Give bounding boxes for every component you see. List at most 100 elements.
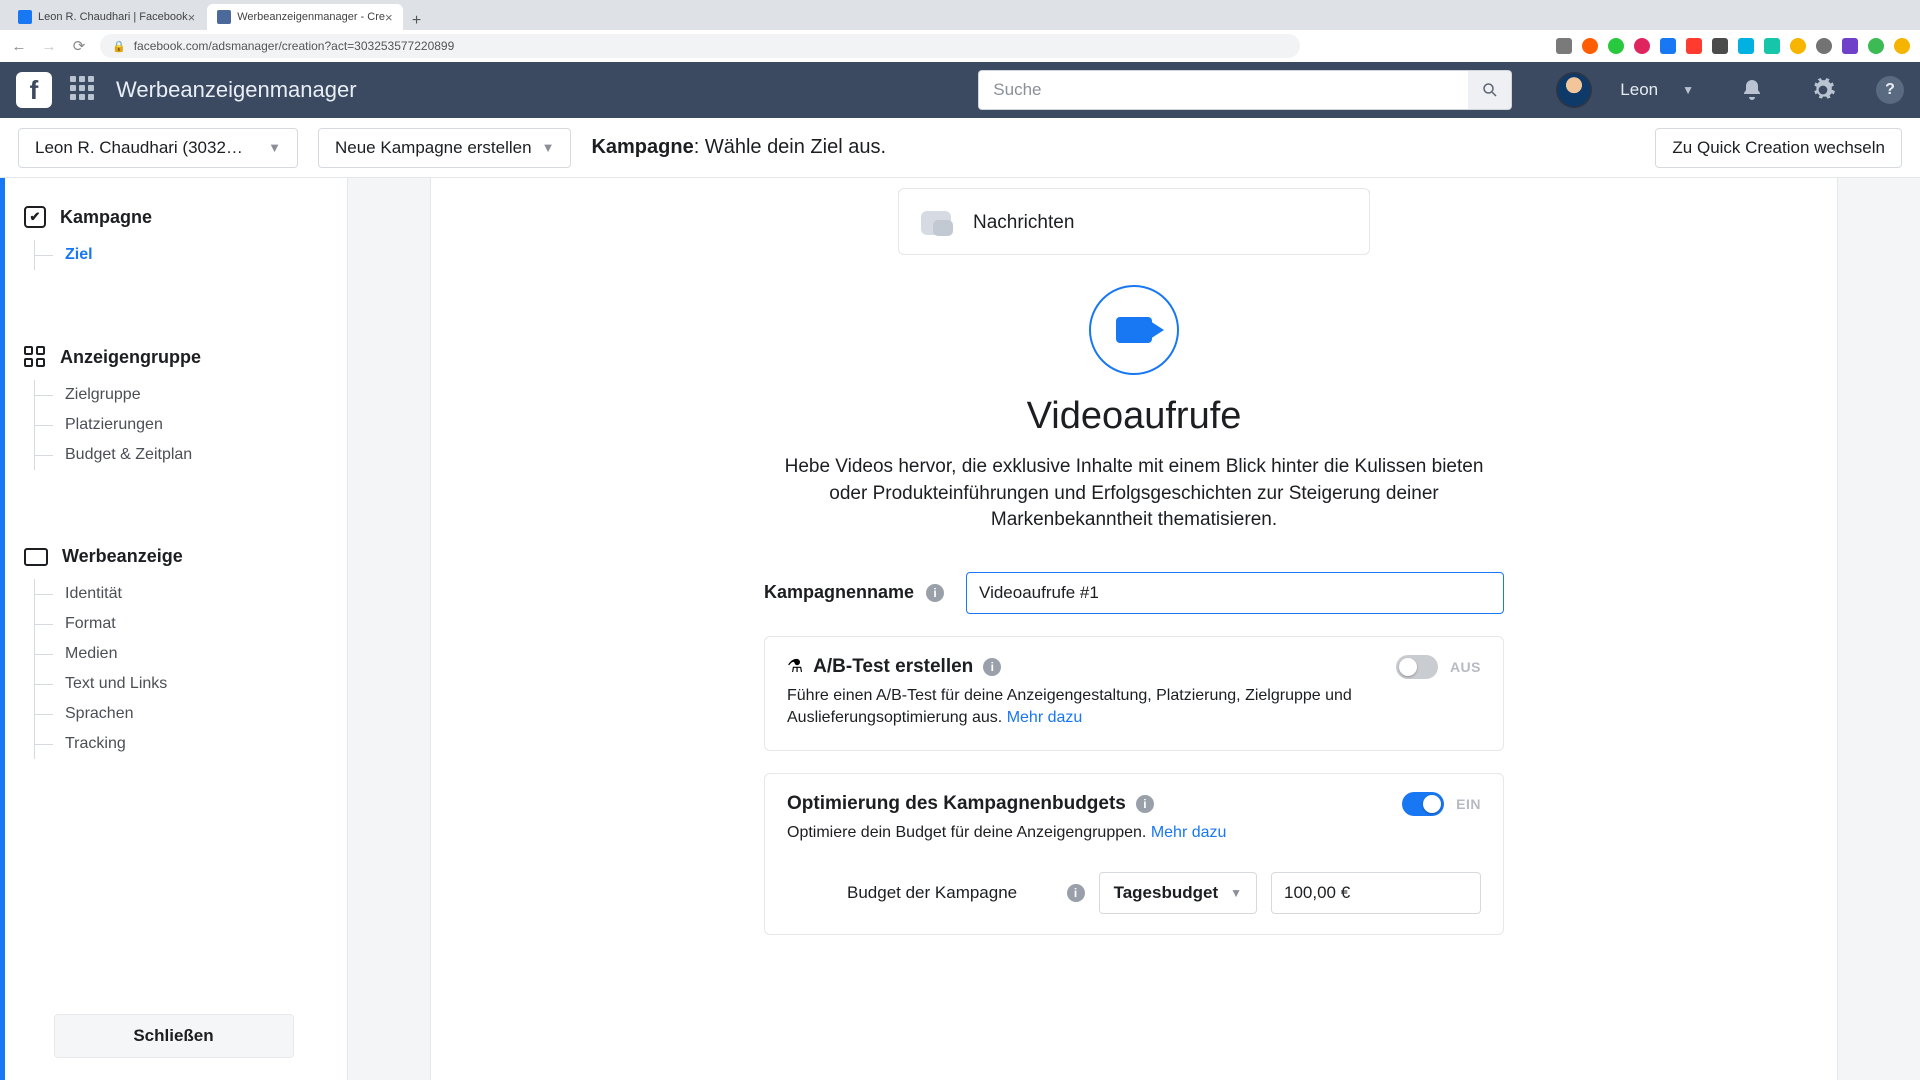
nav-head-adset[interactable]: Anzeigengruppe: [24, 346, 327, 368]
close-icon[interactable]: ×: [188, 10, 196, 25]
facebook-logo[interactable]: f: [16, 72, 52, 108]
search-button[interactable]: [1468, 70, 1512, 110]
ext-icon[interactable]: [1816, 38, 1832, 54]
tab-title: Leon R. Chaudhari | Facebook: [38, 11, 188, 23]
toggle-state-label: AUS: [1450, 659, 1481, 675]
sidebar-item-budget-zeitplan[interactable]: Budget & Zeitplan: [35, 440, 327, 470]
chevron-down-icon: ▼: [1230, 886, 1242, 900]
sidebar-item-sprachen[interactable]: Sprachen: [35, 699, 327, 729]
browser-tab-active[interactable]: Werbeanzeigenmanager - Cre ×: [207, 4, 402, 30]
url-field[interactable]: 🔒 facebook.com/adsmanager/creation?act=3…: [100, 34, 1300, 58]
budget-amount-input[interactable]: [1271, 872, 1481, 914]
search-input[interactable]: [978, 70, 1468, 110]
ext-icon[interactable]: [1842, 38, 1858, 54]
budget-label: Budget der Kampagne: [847, 883, 1017, 903]
app-title: Werbeanzeigenmanager: [116, 77, 357, 103]
hero-title: Videoaufrufe: [764, 395, 1504, 438]
objective-option-messages[interactable]: Nachrichten: [898, 191, 1370, 255]
budget-type-select[interactable]: Tagesbudget ▼: [1099, 872, 1257, 914]
flask-icon: ⚗: [787, 656, 803, 677]
campaign-name-label: Kampagnenname: [764, 582, 914, 603]
nav-head-campaign[interactable]: ✔ Kampagne: [24, 206, 327, 228]
new-campaign-dropdown[interactable]: Neue Kampagne erstellen ▼: [318, 128, 571, 168]
abtest-title: A/B-Test erstellen: [813, 656, 973, 678]
ext-icon[interactable]: [1660, 38, 1676, 54]
sidebar-item-text-links[interactable]: Text und Links: [35, 669, 327, 699]
ext-icon[interactable]: [1894, 38, 1910, 54]
ext-icon[interactable]: [1582, 38, 1598, 54]
url-text: facebook.com/adsmanager/creation?act=303…: [134, 39, 455, 53]
facebook-topbar: f Werbeanzeigenmanager Leon ▼ ?: [0, 62, 1920, 118]
nav-head-ad[interactable]: Werbeanzeige: [24, 546, 327, 567]
learn-more-link[interactable]: Mehr dazu: [1151, 824, 1227, 841]
abtest-toggle[interactable]: [1396, 655, 1438, 679]
address-bar: ← → ⟳ 🔒 facebook.com/adsmanager/creation…: [0, 30, 1920, 62]
chat-icon: [921, 211, 951, 235]
inner-content: Nachrichten Videoaufrufe Hebe Videos her…: [764, 178, 1504, 1080]
info-icon[interactable]: i: [1067, 884, 1085, 902]
reload-icon[interactable]: ⟳: [70, 37, 88, 55]
ext-icon[interactable]: [1790, 38, 1806, 54]
chevron-down-icon: ▼: [542, 140, 555, 155]
ext-icon[interactable]: [1634, 38, 1650, 54]
info-icon[interactable]: i: [983, 658, 1001, 676]
sidebar-item-medien[interactable]: Medien: [35, 639, 327, 669]
center-column: Nachrichten Videoaufrufe Hebe Videos her…: [348, 178, 1920, 1080]
forward-icon[interactable]: →: [40, 37, 58, 55]
app-switcher-icon[interactable]: [70, 76, 98, 104]
new-tab-button[interactable]: +: [405, 12, 429, 30]
ext-icon[interactable]: [1868, 38, 1884, 54]
rectangle-icon: [24, 548, 48, 566]
close-button[interactable]: Schließen: [54, 1014, 294, 1058]
sidebar-item-platzierungen[interactable]: Platzierungen: [35, 410, 327, 440]
sidebar-item-format[interactable]: Format: [35, 609, 327, 639]
browser-tab[interactable]: Leon R. Chaudhari | Facebook ×: [8, 4, 205, 30]
learn-more-link[interactable]: Mehr dazu: [1007, 709, 1083, 726]
page-title: Kampagne: Wähle dein Ziel aus.: [591, 136, 886, 159]
toggle-state-label: EIN: [1456, 796, 1481, 812]
nav-head-label: Werbeanzeige: [62, 546, 183, 567]
new-campaign-label: Neue Kampagne erstellen: [335, 138, 532, 158]
bell-icon[interactable]: [1740, 78, 1764, 102]
nav-head-label: Anzeigengruppe: [60, 347, 201, 368]
messages-label: Nachrichten: [973, 212, 1074, 234]
account-selector[interactable]: Leon R. Chaudhari (3032… ▼: [18, 128, 298, 168]
chevron-down-icon[interactable]: ▼: [1682, 83, 1694, 97]
cbo-title: Optimierung des Kampagnenbudgets: [787, 793, 1126, 815]
nav-ad: Werbeanzeige Identität Format Medien Tex…: [0, 518, 347, 767]
sidebar-item-tracking[interactable]: Tracking: [35, 729, 327, 759]
gear-icon[interactable]: [1810, 77, 1836, 103]
grid-icon: [24, 346, 46, 368]
left-sidebar: ✔ Kampagne Ziel Anzeigengruppe Zielgrupp…: [0, 178, 348, 1080]
search-icon: [1481, 81, 1499, 99]
campaign-name-row: Kampagnenname i: [764, 572, 1504, 614]
ext-icon[interactable]: [1686, 38, 1702, 54]
chevron-down-icon: ▼: [268, 140, 281, 155]
info-icon[interactable]: i: [1136, 795, 1154, 813]
objective-hero: Videoaufrufe Hebe Videos hervor, die exk…: [764, 285, 1504, 534]
campaign-name-input[interactable]: [966, 572, 1504, 614]
ext-icon[interactable]: [1712, 38, 1728, 54]
help-icon[interactable]: ?: [1876, 76, 1904, 104]
quick-creation-label: Zu Quick Creation wechseln: [1672, 138, 1885, 158]
ext-icon[interactable]: [1738, 38, 1754, 54]
canvas: Nachrichten Videoaufrufe Hebe Videos her…: [430, 178, 1838, 1080]
ext-icon[interactable]: [1556, 38, 1572, 54]
back-icon[interactable]: ←: [10, 37, 28, 55]
close-icon[interactable]: ×: [385, 10, 393, 25]
sidebar-item-ziel[interactable]: Ziel: [35, 240, 327, 270]
sidebar-item-zielgruppe[interactable]: Zielgruppe: [35, 380, 327, 410]
info-icon[interactable]: i: [926, 584, 944, 602]
avatar[interactable]: [1556, 72, 1592, 108]
workspace: ✔ Kampagne Ziel Anzeigengruppe Zielgrupp…: [0, 178, 1920, 1080]
sub-header: Leon R. Chaudhari (3032… ▼ Neue Kampagne…: [0, 118, 1920, 178]
abtest-description: Führe einen A/B-Test für deine Anzeigeng…: [787, 685, 1481, 730]
cbo-toggle[interactable]: [1402, 792, 1444, 816]
ext-icon[interactable]: [1764, 38, 1780, 54]
sidebar-footer: Schließen: [0, 992, 347, 1080]
video-icon-circle: [1089, 285, 1179, 375]
sidebar-item-identitaet[interactable]: Identität: [35, 579, 327, 609]
quick-creation-button[interactable]: Zu Quick Creation wechseln: [1655, 128, 1902, 168]
user-name[interactable]: Leon: [1620, 80, 1658, 100]
ext-icon[interactable]: [1608, 38, 1624, 54]
